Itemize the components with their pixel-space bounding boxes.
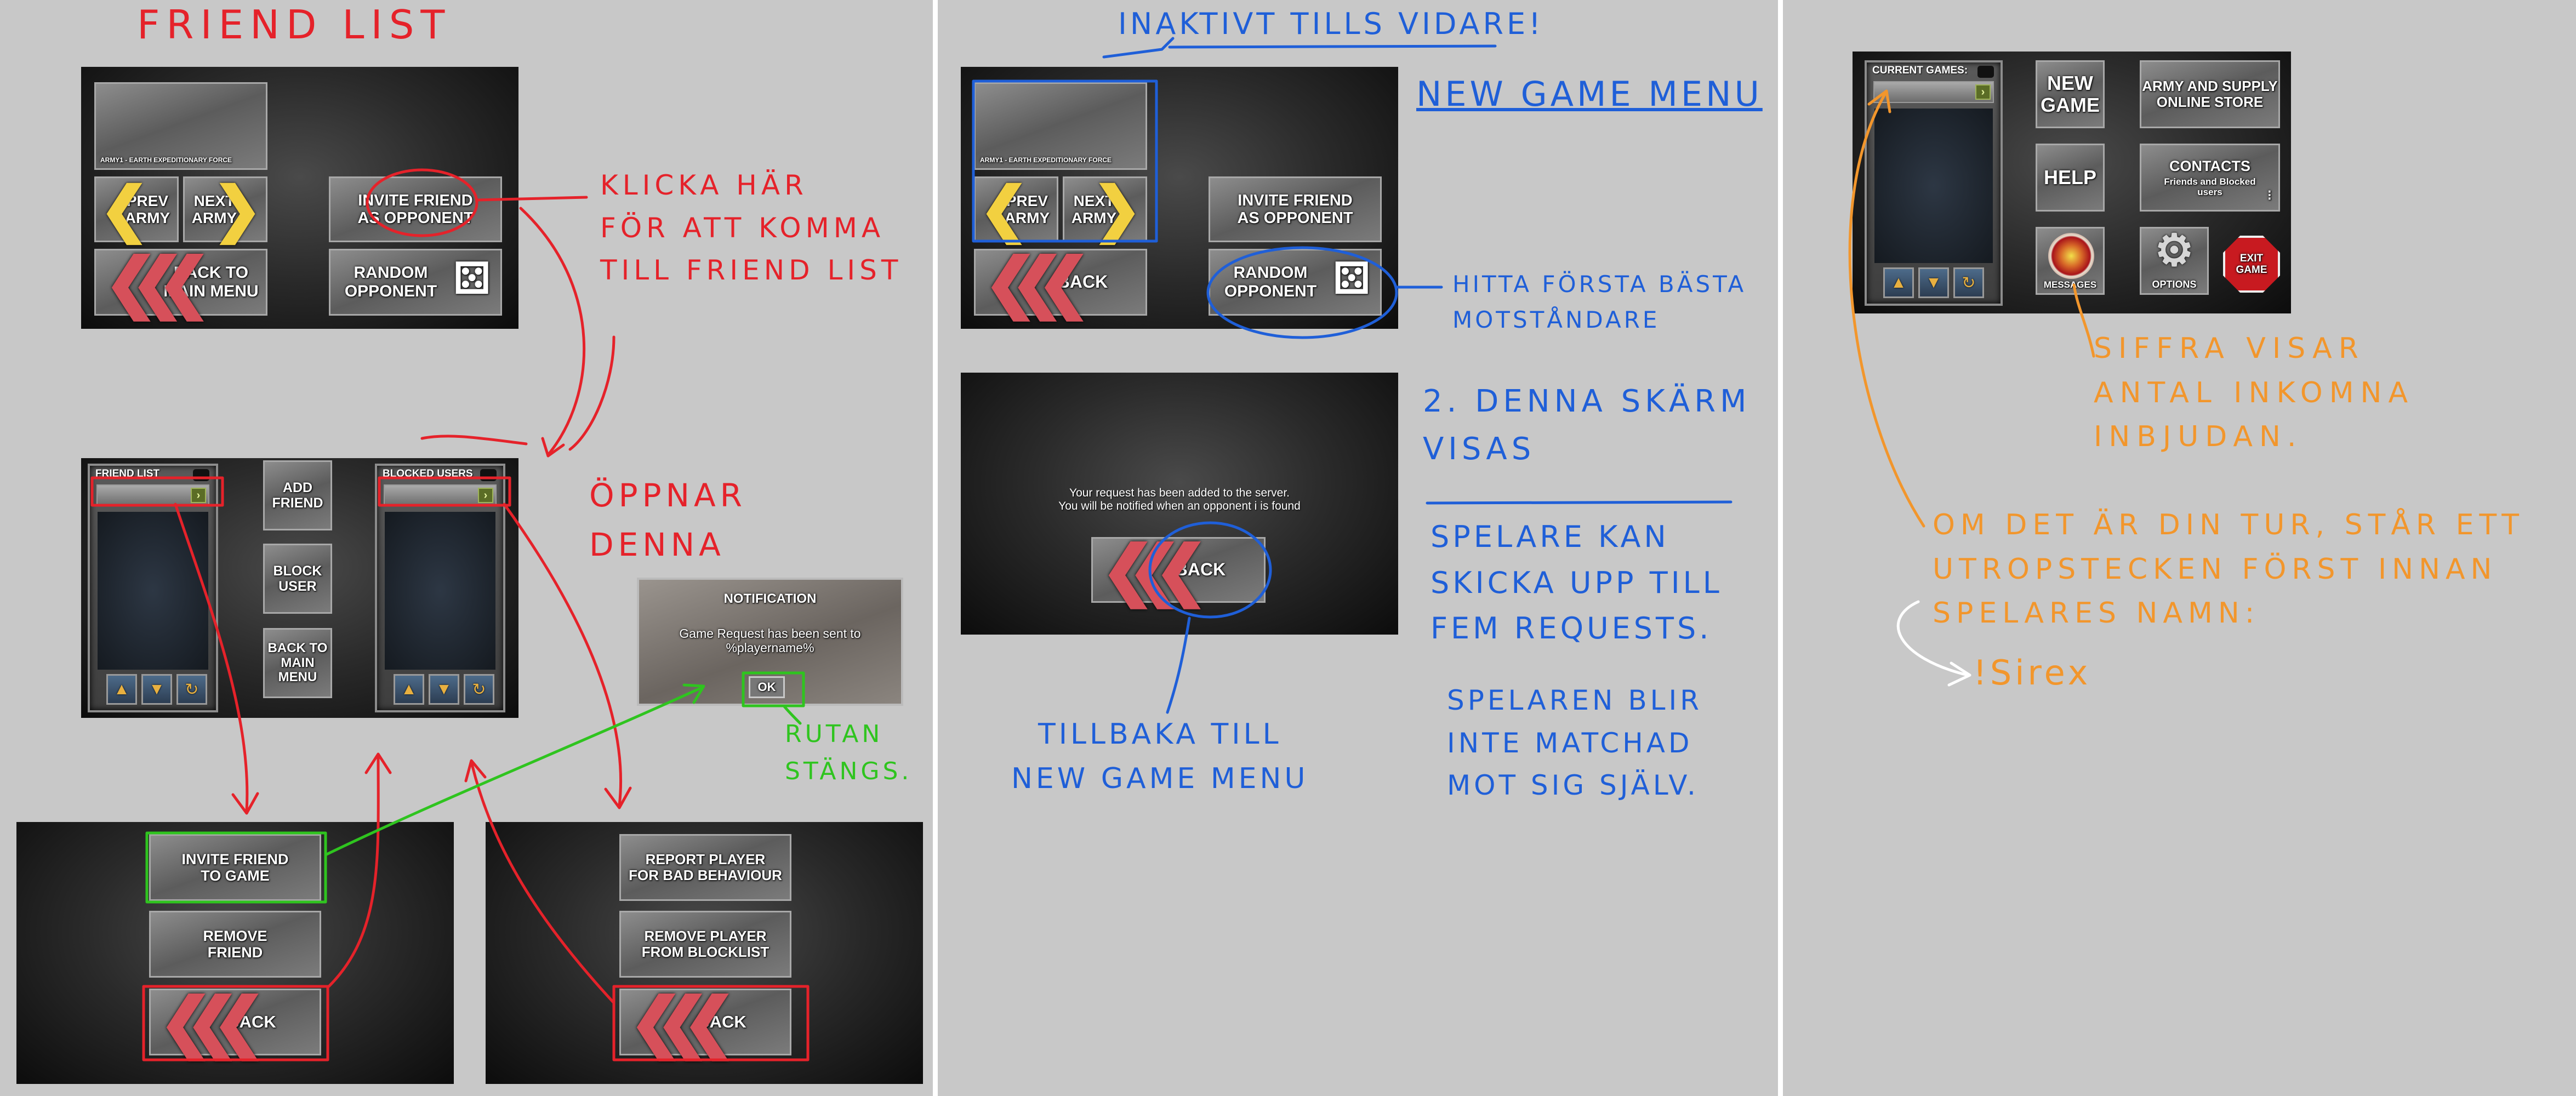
arrow-line bbox=[503, 503, 623, 807]
blocked-entry-highlight bbox=[378, 476, 511, 507]
arrow-head bbox=[604, 786, 632, 809]
arrow-head bbox=[1867, 89, 1891, 113]
scribble bbox=[420, 435, 528, 446]
arrow-head bbox=[231, 792, 259, 815]
random-opponent-highlight bbox=[1206, 246, 1398, 339]
back-highlight bbox=[612, 985, 810, 1061]
invite-highlight-ellipse bbox=[366, 168, 478, 237]
arrow-line bbox=[1166, 616, 1191, 714]
arrow-line bbox=[2072, 283, 2095, 358]
arrow-line bbox=[324, 686, 704, 857]
arrow-line bbox=[1848, 92, 1925, 528]
friend-entry-highlight bbox=[90, 476, 224, 507]
arrow-line bbox=[782, 704, 802, 725]
divider-line bbox=[1426, 500, 1732, 505]
inactive-highlight bbox=[972, 79, 1158, 243]
arrow-line bbox=[174, 503, 249, 813]
arrow-line bbox=[475, 196, 588, 202]
arrow-line bbox=[519, 207, 586, 456]
back-highlight bbox=[142, 985, 329, 1061]
ok-highlight bbox=[742, 671, 805, 707]
arrow-line bbox=[568, 335, 615, 451]
annotation-strokes bbox=[90, 37, 2095, 1061]
invite-game-highlight bbox=[145, 831, 327, 904]
underline bbox=[1168, 44, 1497, 49]
arrow-line bbox=[327, 755, 380, 988]
back-highlight bbox=[1148, 521, 1272, 619]
arrow-line bbox=[1102, 37, 1175, 59]
storyboard-canvas: FRIEND LIST ARMY1 - EARTH EXPEDITIONARY … bbox=[0, 0, 2576, 1096]
arrow-line bbox=[470, 760, 615, 1004]
arrow-line bbox=[1896, 600, 1969, 677]
